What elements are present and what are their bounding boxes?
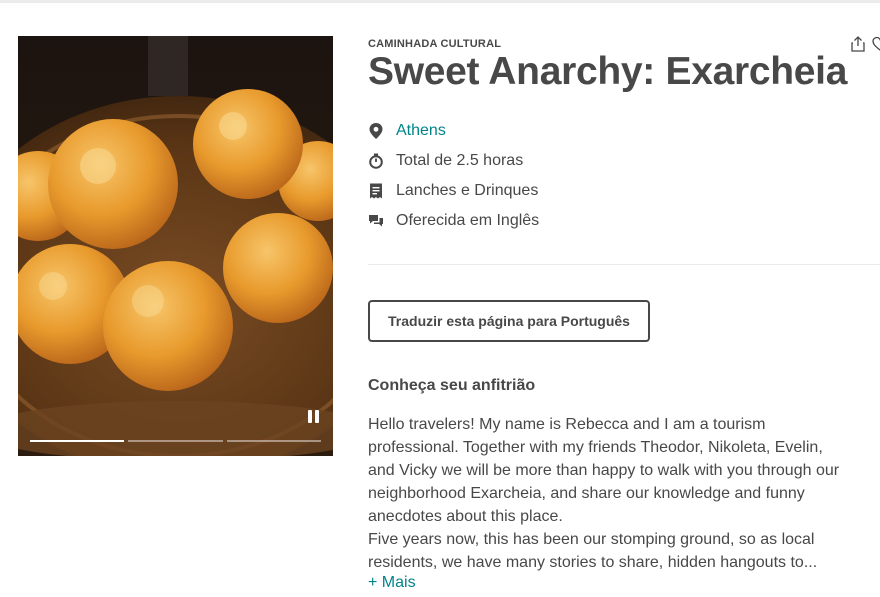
experience-title: Sweet Anarchy: Exarcheia — [368, 50, 848, 93]
section-divider — [368, 264, 880, 265]
includes-text: Lanches e Drinques — [396, 182, 539, 199]
chat-bubbles-icon — [368, 213, 384, 229]
clock-icon — [368, 153, 384, 169]
read-more-link[interactable]: + Mais — [368, 574, 416, 592]
receipt-icon — [368, 183, 384, 199]
host-bio: Hello travelers! My name is Rebecca and … — [368, 413, 848, 574]
share-icon[interactable] — [850, 36, 866, 52]
pause-icon[interactable] — [305, 410, 321, 426]
progress-segment — [226, 440, 321, 442]
heart-icon[interactable] — [872, 36, 880, 52]
host-bio-paragraph: Hello travelers! My name is Rebecca and … — [368, 416, 840, 525]
slideshow-progress — [30, 440, 321, 442]
fact-location: Athens — [368, 116, 539, 146]
language-text: Oferecida em Inglês — [396, 212, 540, 229]
progress-segment — [30, 440, 125, 442]
host-heading: Conheça seu anfitrião — [368, 377, 536, 394]
location-pin-icon — [368, 123, 384, 139]
host-bio-paragraph: Five years now, this has been our stompi… — [368, 531, 818, 571]
fact-duration: Total de 2.5 horas — [368, 146, 539, 176]
fact-language: Oferecida em Inglês — [368, 206, 539, 236]
location-link[interactable]: Athens — [396, 122, 446, 140]
loukoumades-image — [18, 36, 333, 456]
experience-photo[interactable] — [18, 36, 333, 456]
fact-includes: Lanches e Drinques — [368, 176, 539, 206]
experience-category: CAMINHADA CULTURAL — [368, 38, 502, 50]
top-border — [0, 0, 880, 3]
duration-text: Total de 2.5 horas — [396, 152, 524, 169]
experience-facts: Athens Total de 2.5 horas Lanches e Drin… — [368, 116, 539, 236]
progress-segment — [128, 440, 223, 442]
translate-page-button[interactable]: Traduzir esta página para Português — [368, 300, 650, 342]
